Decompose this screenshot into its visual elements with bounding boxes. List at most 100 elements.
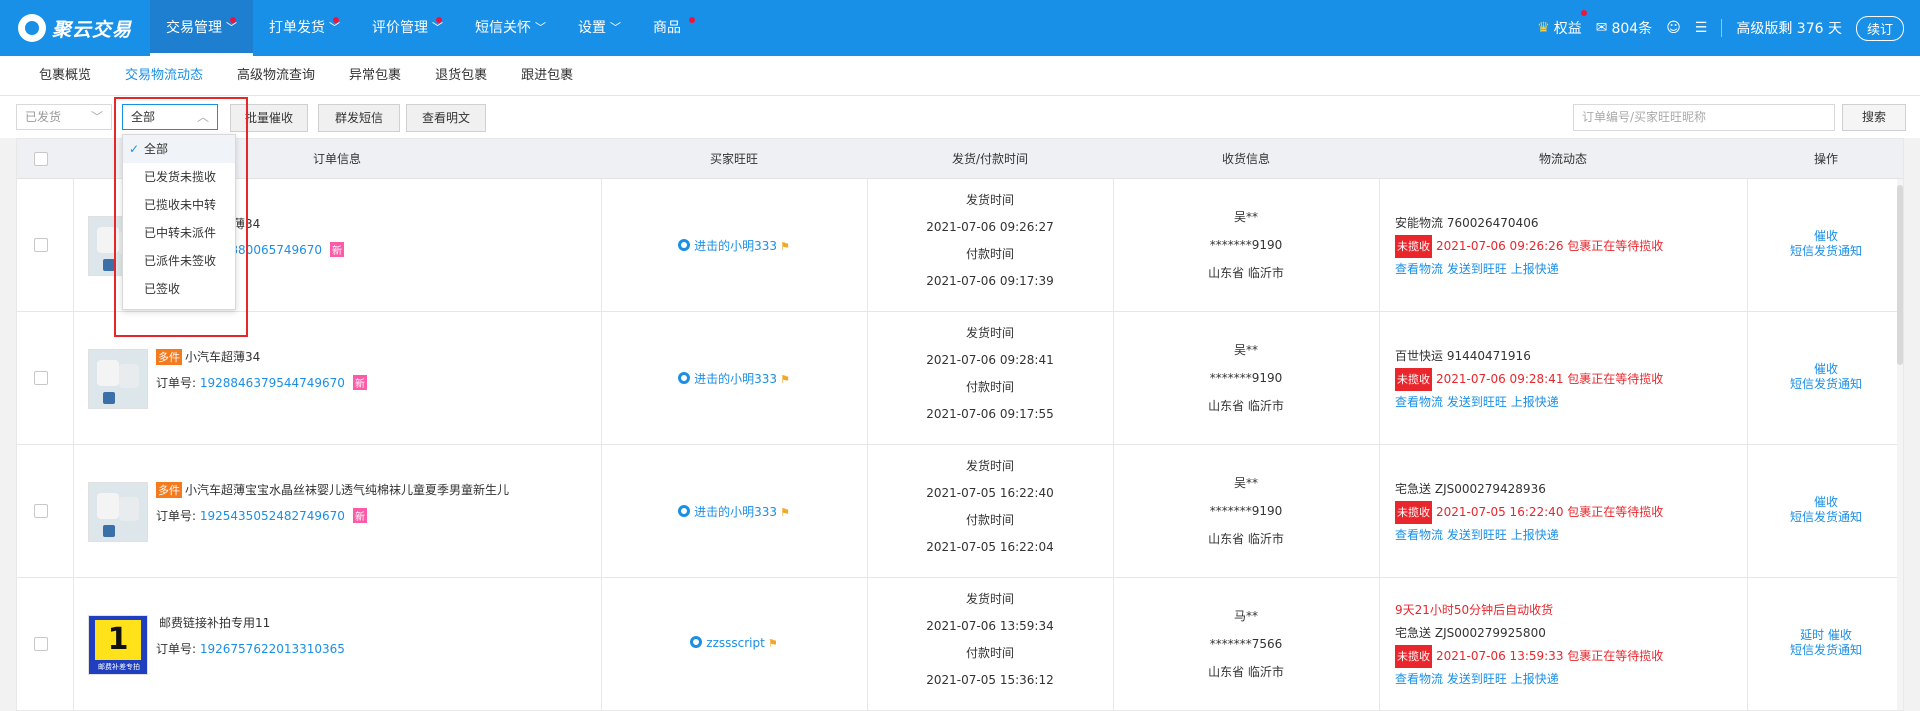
send-wangwang-link[interactable]: 发送到旺旺: [1447, 528, 1507, 542]
order-number-link[interactable]: 1925435052482749670: [200, 509, 345, 523]
wangwang-icon[interactable]: [678, 239, 691, 251]
product-title[interactable]: 邮费链接补拍专用11: [159, 616, 270, 630]
remind-link[interactable]: 催收: [1747, 229, 1903, 244]
tab-return-package[interactable]: 退货包裹: [418, 56, 504, 96]
col-logistics: 物流动态: [1538, 152, 1587, 166]
logistics-cell: 宅急送 ZJS000279428936 未揽收 2021-07-05 16:22:…: [1395, 478, 1663, 547]
row-checkbox[interactable]: [34, 371, 48, 385]
view-logistics-link[interactable]: 查看物流: [1395, 672, 1443, 686]
group-sms-button[interactable]: 群发短信: [318, 104, 400, 132]
select-all-checkbox[interactable]: [34, 152, 48, 166]
view-logistics-link[interactable]: 查看物流: [1395, 528, 1443, 542]
delay-link[interactable]: 延时: [1800, 628, 1824, 642]
list-icon: ☰: [1694, 20, 1708, 36]
report-express-link[interactable]: 上报快递: [1511, 262, 1559, 276]
view-logistics-link[interactable]: 查看物流: [1395, 395, 1443, 409]
receiver-phone: *******9190: [1209, 504, 1283, 518]
nav-print-ship[interactable]: 打单发货 ﹀: [253, 0, 356, 56]
wangwang-icon[interactable]: [678, 372, 691, 384]
order-number-label: 订单号:: [156, 509, 197, 523]
buyer-link[interactable]: 进击的小明333: [694, 239, 777, 253]
tab-followup-package[interactable]: 跟进包裹: [504, 56, 590, 96]
report-express-link[interactable]: 上报快递: [1511, 672, 1559, 686]
ship-time: 2021-07-06 09:26:27: [926, 220, 1054, 234]
tab-package-overview[interactable]: 包裹概览: [22, 56, 108, 96]
sms-notify-link[interactable]: 短信发货通知: [1747, 377, 1903, 392]
buyer-link[interactable]: 进击的小明333: [694, 505, 777, 519]
chevron-down-icon: ﹀: [610, 21, 621, 34]
flag-icon[interactable]: ⚑: [780, 373, 790, 386]
report-express-link[interactable]: 上报快递: [1511, 395, 1559, 409]
wangwang-icon[interactable]: [690, 636, 703, 648]
nav-settings[interactable]: 设置 ﹀: [562, 0, 637, 56]
carrier-line: 安能物流 760026470406: [1395, 212, 1663, 235]
actions-cell: 催收 短信发货通知: [1747, 495, 1903, 525]
send-wangwang-link[interactable]: 发送到旺旺: [1447, 672, 1507, 686]
tab-advanced-query[interactable]: 高级物流查询: [220, 56, 332, 96]
time-cell: 发货时间 2021-07-06 09:26:27 付款时间 2021-07-06…: [867, 187, 1113, 295]
table-scrollbar[interactable]: [1897, 179, 1903, 710]
flag-icon[interactable]: ⚑: [768, 637, 778, 650]
nav-label: 短信关怀: [475, 20, 531, 36]
auto-receive-countdown: 9天21小时50分钟后自动收货: [1395, 603, 1554, 617]
sms-notify-link[interactable]: 短信发货通知: [1747, 643, 1903, 658]
logistics-cell: 安能物流 760026470406 未揽收 2021-07-06 09:26:26…: [1395, 212, 1663, 281]
new-badge: 新: [352, 375, 367, 390]
product-thumbnail[interactable]: [88, 349, 148, 409]
nav-sms-care[interactable]: 短信关怀 ﹀: [459, 0, 562, 56]
product-title-line: 多件 小汽车超薄宝宝水晶丝袜婴儿透气纯棉袜儿童夏季男童新生儿: [156, 481, 509, 498]
view-plain-button[interactable]: 查看明文: [406, 104, 486, 132]
wangwang-icon[interactable]: [678, 505, 691, 517]
sms-notify-link[interactable]: 短信发货通知: [1747, 510, 1903, 525]
report-express-link[interactable]: 上报快递: [1511, 528, 1559, 542]
rights-label: 权益: [1553, 21, 1582, 37]
search-button[interactable]: 搜索: [1842, 104, 1906, 131]
product-thumbnail[interactable]: 1 邮费补差专拍: [88, 615, 148, 675]
sms-notify-link[interactable]: 短信发货通知: [1747, 244, 1903, 259]
tab-trade-logistics[interactable]: 交易物流动态: [108, 56, 220, 96]
remind-link[interactable]: 催收: [1747, 495, 1903, 510]
nav-trade-management[interactable]: 交易管理 ﹀: [150, 0, 253, 56]
buyer-link[interactable]: 进击的小明333: [694, 372, 777, 386]
row-checkbox[interactable]: [34, 637, 48, 651]
buyer-link[interactable]: zzssscript: [706, 636, 765, 650]
table-row: 多件小汽车超薄34 订单号: 1928880065749670新 进击的小明33…: [17, 179, 1903, 312]
app-logo[interactable]: 聚云交易: [18, 10, 132, 46]
nav-products[interactable]: 商品: [637, 0, 697, 56]
order-number-link[interactable]: 1926757622013310365: [200, 642, 345, 656]
flag-icon[interactable]: ⚑: [780, 506, 790, 519]
remind-link[interactable]: 催收: [1747, 362, 1903, 377]
search-input[interactable]: 订单编号/买家旺旺昵称: [1573, 104, 1835, 131]
time-cell: 发货时间 2021-07-06 09:28:41 付款时间 2021-07-06…: [867, 320, 1113, 428]
order-table: 订单信息 买家旺旺 发货/付款时间 收货信息 物流动态 操作 多件小汽车超薄34…: [16, 138, 1904, 711]
row-checkbox[interactable]: [34, 504, 48, 518]
remind-link[interactable]: 催收: [1828, 628, 1852, 642]
order-number-link[interactable]: 1928846379544749670: [200, 376, 345, 390]
row-checkbox[interactable]: [34, 238, 48, 252]
status-line: 未揽收 2021-07-06 13:59:33 包裹正在等待揽收: [1395, 645, 1663, 668]
status-select[interactable]: 已发货 ﹀: [16, 104, 112, 130]
flag-icon[interactable]: ⚑: [780, 240, 790, 253]
product-thumbnail[interactable]: [88, 482, 148, 542]
view-logistics-link[interactable]: 查看物流: [1395, 262, 1443, 276]
sms-balance[interactable]: ✉ 804条: [1596, 18, 1652, 38]
product-title[interactable]: 小汽车超薄宝宝水晶丝袜婴儿透气纯棉袜儿童夏季男童新生儿: [185, 483, 509, 497]
send-wangwang-link[interactable]: 发送到旺旺: [1447, 262, 1507, 276]
product-title[interactable]: 小汽车超薄34: [185, 350, 260, 364]
nav-review-management[interactable]: 评价管理 ﹀: [356, 0, 459, 56]
promo-caption: 邮费补差专拍: [98, 663, 140, 671]
product-title-line: 邮费链接补拍专用11: [159, 614, 270, 631]
receiver-address: 山东省 临沂市: [1208, 665, 1284, 679]
order-number-line: 订单号: 1926757622013310365: [156, 640, 345, 657]
send-wangwang-link[interactable]: 发送到旺旺: [1447, 395, 1507, 409]
renew-button[interactable]: 续订: [1855, 15, 1904, 41]
menu-button[interactable]: ☰: [1695, 20, 1708, 36]
rights-link[interactable]: ♛ 权益: [1537, 10, 1588, 38]
status-line: 未揽收 2021-07-06 09:26:26 包裹正在等待揽收: [1395, 235, 1663, 258]
receiver-cell: 马** *******7566 山东省 临沂市: [1113, 602, 1379, 686]
nav-label: 打单发货: [269, 20, 325, 36]
scrollbar-thumb[interactable]: [1897, 185, 1903, 365]
carrier-line: 宅急送 ZJS000279925800: [1395, 622, 1663, 645]
support-button[interactable]: ☺: [1666, 20, 1681, 36]
tab-abnormal-package[interactable]: 异常包裹: [332, 56, 418, 96]
